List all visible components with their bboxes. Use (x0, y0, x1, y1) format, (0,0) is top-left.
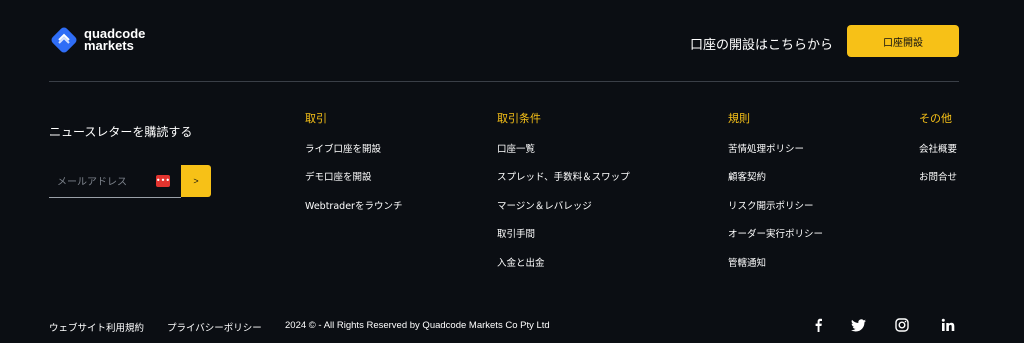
column-title-rules: 規則 (728, 112, 750, 125)
open-account-cta-text: 口座の開設はこちらから (690, 38, 834, 53)
link-company-overview[interactable]: 会社概要 (919, 141, 957, 155)
open-account-button[interactable]: 口座開設 (847, 25, 959, 57)
link-spreads-fees-swaps[interactable]: スプレッド、手数料＆スワップ (497, 169, 630, 183)
link-account-types[interactable]: 口座一覧 (497, 141, 535, 155)
link-jurisdiction-notice[interactable]: 管轄通知 (728, 255, 766, 269)
copyright-text: 2024 © - All Rights Reserved by Quadcode… (285, 320, 550, 331)
logo-line-2: markets (84, 38, 134, 53)
link-complaints-policy[interactable]: 苦情処理ポリシー (728, 141, 804, 155)
brand-logo[interactable]: quadcode markets (50, 26, 145, 54)
privacy-policy-link[interactable]: プライバシーポリシー (167, 320, 262, 334)
link-open-live-account[interactable]: ライブ口座を開設 (305, 141, 381, 155)
column-title-other: その他 (919, 112, 952, 125)
email-field-wrapper: ••• (49, 165, 181, 198)
link-order-execution-policy[interactable]: オーダー実行ポリシー (728, 226, 823, 240)
link-risk-disclosure[interactable]: リスク開示ポリシー (728, 198, 814, 212)
link-client-agreement[interactable]: 顧客契約 (728, 169, 766, 183)
header-divider (49, 81, 959, 82)
facebook-icon[interactable] (810, 317, 826, 333)
link-trading-hours[interactable]: 取引手間 (497, 226, 535, 240)
instagram-icon[interactable] (894, 317, 910, 333)
newsletter-title: ニュースレターを購読する (49, 125, 193, 139)
link-margin-leverage[interactable]: マージン＆レバレッジ (497, 198, 592, 212)
column-title-trading: 取引 (305, 112, 327, 125)
terms-of-use-link[interactable]: ウェブサイト利用規約 (49, 320, 144, 334)
column-title-trading-conditions: 取引条件 (497, 112, 541, 125)
newsletter-submit-button[interactable]: > (181, 165, 211, 197)
link-contact[interactable]: お問合せ (919, 169, 957, 183)
logo-mark-icon (51, 27, 77, 53)
twitter-icon[interactable] (850, 317, 866, 333)
link-deposit-withdrawal[interactable]: 入金と出金 (497, 255, 545, 269)
linkedin-icon[interactable] (940, 317, 956, 333)
link-open-demo-account[interactable]: デモ口座を開設 (305, 169, 372, 183)
password-manager-icon[interactable]: ••• (156, 175, 170, 187)
link-launch-webtrader[interactable]: Webtraderをラウンチ (305, 198, 402, 212)
email-field[interactable] (55, 173, 154, 191)
